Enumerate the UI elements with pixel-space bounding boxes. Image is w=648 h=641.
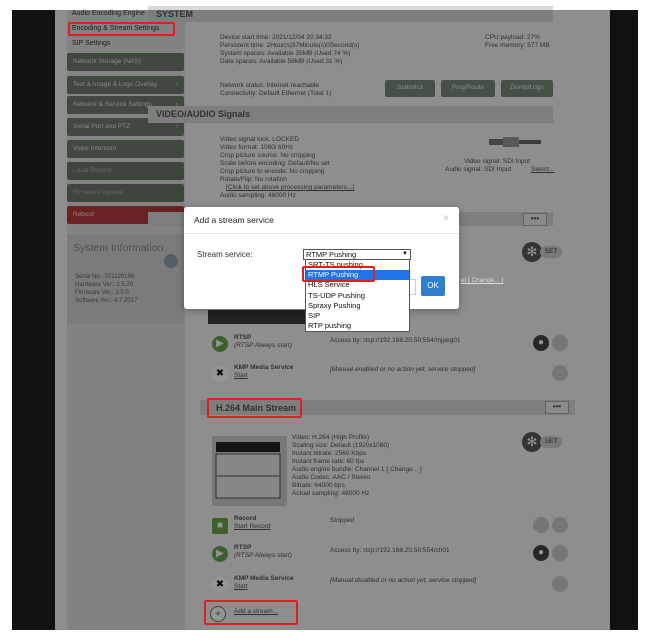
highlight-encoding-settings	[68, 22, 175, 36]
option-rtp[interactable]: RTP pushing	[306, 321, 409, 331]
chevron-down-icon: ▼	[402, 251, 408, 257]
modal-hidden-field	[410, 279, 416, 295]
highlight-main-stream	[207, 398, 302, 418]
stream-service-selected: RTMP Pushing	[306, 250, 357, 259]
option-ts-udp[interactable]: TS-UDP Pushing	[306, 291, 409, 301]
option-sip[interactable]: SIP	[306, 311, 409, 321]
option-spraxy[interactable]: Spraxy Pushing	[306, 301, 409, 311]
ok-button[interactable]: OK	[421, 276, 445, 296]
highlight-add-stream	[204, 600, 298, 625]
highlight-rtmp-option	[302, 266, 375, 282]
modal-divider	[184, 233, 459, 234]
stream-service-label: Stream service:	[197, 250, 253, 259]
close-icon[interactable]: ×	[443, 213, 449, 224]
modal-title: Add a stream service	[194, 215, 274, 225]
behind-modal-change-link[interactable]: el [ Change... ]	[461, 277, 503, 284]
